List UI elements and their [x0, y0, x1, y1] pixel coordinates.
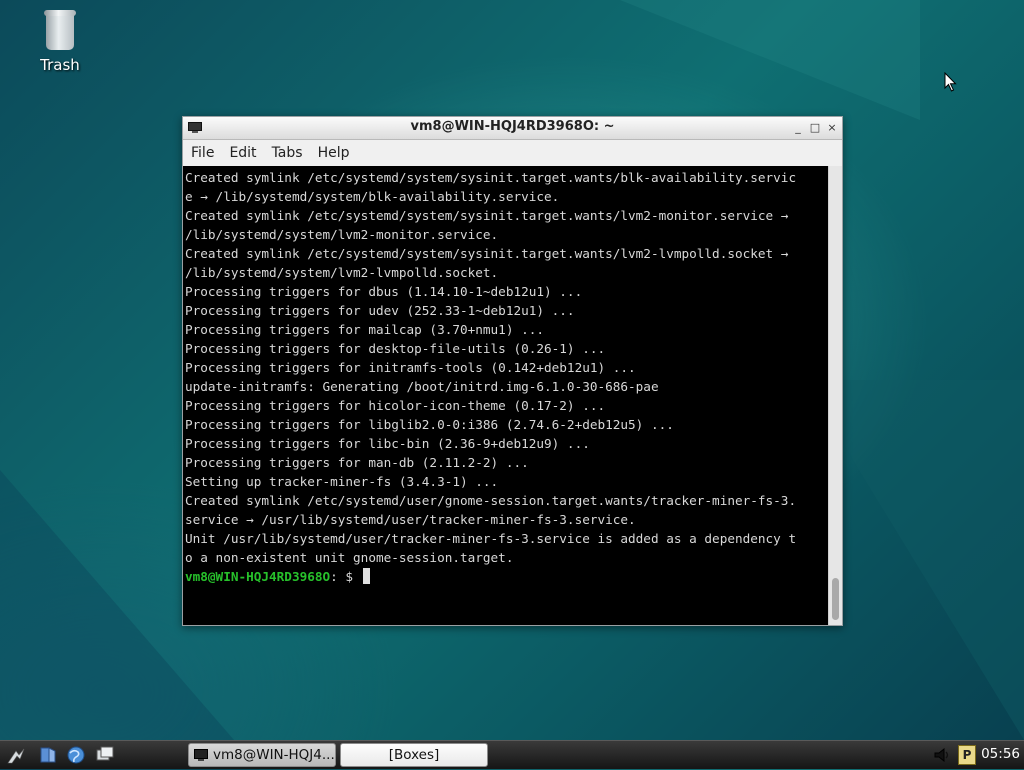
- prompt-user-host: vm8@WIN-HQJ4RD3968O: [185, 569, 331, 584]
- terminal-output[interactable]: Created symlink /etc/systemd/system/sysi…: [183, 166, 829, 625]
- web-browser-icon[interactable]: [66, 745, 86, 765]
- terminal-line: /lib/systemd/system/lvm2-monitor.service…: [185, 227, 499, 242]
- menu-tabs[interactable]: Tabs: [264, 140, 310, 161]
- taskbar: vm8@WIN-HQJ4... [Boxes] P 05:56: [0, 740, 1024, 769]
- terminal-line: Processing triggers for hicolor-icon-the…: [185, 398, 606, 413]
- menu-help[interactable]: Help: [310, 140, 357, 161]
- close-button[interactable]: ×: [825, 120, 839, 135]
- scrollbar-thumb[interactable]: [832, 578, 839, 620]
- terminal-line: Unit /usr/lib/systemd/user/tracker-miner…: [185, 531, 797, 546]
- terminal-window[interactable]: vm8@WIN-HQJ4RD3968O: ~ _ □ × File Edit Tab…: [182, 116, 843, 626]
- mouse-pointer-icon: [944, 72, 957, 92]
- terminal-line: Created symlink /etc/systemd/user/gnome-…: [185, 493, 797, 508]
- terminal-line: Processing triggers for man-db (2.11.2-2…: [185, 455, 529, 470]
- taskbar-item-terminal[interactable]: vm8@WIN-HQJ4...: [188, 743, 336, 767]
- terminal-line: Created symlink /etc/systemd/system/sysi…: [185, 208, 789, 223]
- terminal-line: Setting up tracker-miner-fs (3.4.3-1) ..…: [185, 474, 499, 489]
- terminal-line: Processing triggers for libglib2.0-0:i38…: [185, 417, 674, 432]
- terminal-scrollbar[interactable]: [828, 166, 842, 625]
- window-titlebar[interactable]: vm8@WIN-HQJ4RD3968O: ~ _ □ ×: [183, 117, 842, 140]
- taskbar-item-label: [Boxes]: [388, 747, 440, 763]
- desktop-trash[interactable]: Trash: [28, 10, 92, 74]
- trash-icon: [44, 10, 76, 50]
- minimize-button[interactable]: _: [791, 120, 805, 135]
- menu-file[interactable]: File: [183, 140, 221, 161]
- taskbar-item-label: vm8@WIN-HQJ4...: [213, 747, 335, 763]
- terminal-line: Processing triggers for udev (252.33-1~d…: [185, 303, 575, 318]
- terminal-line: Processing triggers for mailcap (3.70+nm…: [185, 322, 545, 337]
- terminal-line: /lib/systemd/system/lvm2-lvmpolld.socket…: [185, 265, 499, 280]
- taskbar-item-boxes[interactable]: [Boxes]: [340, 743, 488, 767]
- wallpaper-shard: [620, 0, 920, 120]
- terminal-line: Processing triggers for initramfs-tools …: [185, 360, 636, 375]
- terminal-line: Processing triggers for libc-bin (2.36-9…: [185, 436, 590, 451]
- text-cursor: [362, 568, 370, 584]
- terminal-line: service → /usr/lib/systemd/user/tracker-…: [185, 512, 636, 527]
- window-title: vm8@WIN-HQJ4RD3968O: ~: [410, 119, 615, 134]
- volume-icon[interactable]: [934, 748, 952, 762]
- terminal-line: Created symlink /etc/systemd/system/sysi…: [185, 246, 789, 261]
- show-desktop-icon[interactable]: [95, 745, 115, 765]
- file-manager-icon[interactable]: [38, 745, 58, 765]
- clock[interactable]: 05:56: [981, 746, 1020, 762]
- terminal-line: e → /lib/systemd/system/blk-availability…: [185, 189, 560, 204]
- start-menu-icon[interactable]: [6, 745, 26, 765]
- menu-edit[interactable]: Edit: [221, 140, 263, 161]
- terminal-icon: [194, 749, 208, 761]
- terminal-line: o a non-existent unit gnome-session.targ…: [185, 550, 514, 565]
- menu-bar: File Edit Tabs Help: [183, 140, 842, 167]
- terminal-line: Created symlink /etc/systemd/system/sysi…: [185, 170, 797, 185]
- shell-prompt[interactable]: vm8@WIN-HQJ4RD3968O: $: [185, 567, 829, 586]
- terminal-line: Processing triggers for desktop-file-uti…: [185, 341, 606, 356]
- tray-app-icon[interactable]: P: [958, 745, 976, 765]
- maximize-button[interactable]: □: [808, 120, 822, 135]
- prompt-symbol: : $: [330, 569, 361, 584]
- trash-label: Trash: [40, 56, 80, 74]
- terminal-line: Processing triggers for dbus (1.14.10-1~…: [185, 284, 583, 299]
- terminal-line: update-initramfs: Generating /boot/initr…: [185, 379, 659, 394]
